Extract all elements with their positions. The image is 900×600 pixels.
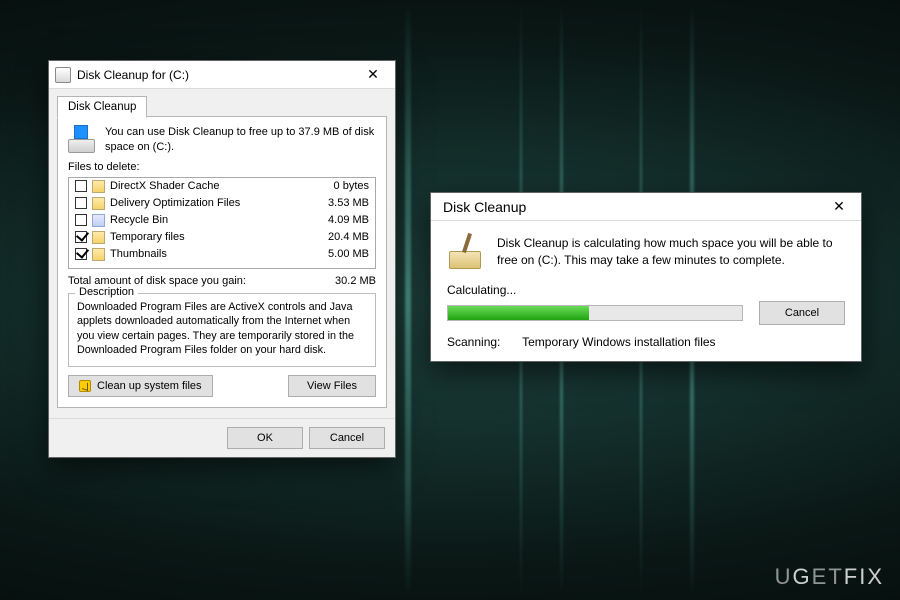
- window-title: Disk Cleanup: [437, 199, 817, 215]
- drive-icon: [55, 67, 71, 83]
- checkbox[interactable]: [75, 197, 87, 209]
- disk-cleanup-calculating-dialog: Disk Cleanup ✕ Disk Cleanup is calculati…: [430, 192, 862, 362]
- item-name: Thumbnails: [110, 248, 313, 260]
- item-size: 3.53 MB: [313, 197, 369, 209]
- ok-button[interactable]: OK: [227, 427, 303, 449]
- close-button[interactable]: ✕: [817, 193, 861, 221]
- progress-fill: [448, 306, 589, 320]
- files-to-delete-label: Files to delete:: [68, 161, 376, 173]
- calculating-label: Calculating...: [447, 283, 845, 297]
- file-icon: [92, 231, 105, 244]
- broom-icon: [447, 235, 485, 269]
- cancel-button[interactable]: Cancel: [309, 427, 385, 449]
- list-item[interactable]: Delivery Optimization Files 3.53 MB: [69, 195, 375, 212]
- item-name: Recycle Bin: [110, 214, 313, 226]
- intro-text: You can use Disk Cleanup to free up to 3…: [105, 125, 376, 155]
- clean-system-files-label: Clean up system files: [97, 380, 202, 392]
- disk-cleanup-dialog: Disk Cleanup for (C:) ✕ Disk Cleanup You…: [48, 60, 396, 458]
- titlebar[interactable]: Disk Cleanup ✕: [431, 193, 861, 221]
- watermark: UGETFIX: [775, 564, 884, 590]
- cancel-button[interactable]: Cancel: [759, 301, 845, 325]
- dialog-footer: OK Cancel: [49, 418, 395, 457]
- titlebar[interactable]: Disk Cleanup for (C:) ✕: [49, 61, 395, 89]
- tabstrip: Disk Cleanup: [57, 95, 387, 117]
- tab-disk-cleanup[interactable]: Disk Cleanup: [57, 96, 147, 118]
- list-item[interactable]: Recycle Bin 4.09 MB: [69, 212, 375, 229]
- description-text: Downloaded Program Files are ActiveX con…: [77, 300, 367, 358]
- scanning-value: Temporary Windows installation files: [522, 335, 715, 349]
- window-title: Disk Cleanup for (C:): [77, 68, 351, 82]
- progress-bar: [447, 305, 743, 321]
- checkbox[interactable]: [75, 248, 87, 260]
- checkbox[interactable]: [75, 180, 87, 192]
- total-value: 30.2 MB: [335, 275, 376, 287]
- shield-icon: [79, 380, 91, 392]
- tab-body: You can use Disk Cleanup to free up to 3…: [57, 117, 387, 408]
- file-icon: [92, 248, 105, 261]
- drive-large-icon: [68, 125, 95, 153]
- checkbox[interactable]: [75, 214, 87, 226]
- item-size: 20.4 MB: [313, 231, 369, 243]
- description-group: Description Downloaded Program Files are…: [68, 293, 376, 367]
- item-size: 0 bytes: [313, 180, 369, 192]
- list-item[interactable]: Temporary files 20.4 MB: [69, 229, 375, 246]
- close-button[interactable]: ✕: [351, 61, 395, 89]
- scanning-label: Scanning:: [447, 335, 519, 349]
- list-item[interactable]: Thumbnails 5.00 MB: [69, 246, 375, 263]
- view-files-button[interactable]: View Files: [288, 375, 376, 397]
- files-listbox[interactable]: DirectX Shader Cache 0 bytes Delivery Op…: [68, 177, 376, 269]
- item-name: DirectX Shader Cache: [110, 180, 313, 192]
- file-icon: [92, 180, 105, 193]
- item-size: 4.09 MB: [313, 214, 369, 226]
- checkbox[interactable]: [75, 231, 87, 243]
- file-icon: [92, 197, 105, 210]
- recycle-bin-icon: [92, 214, 105, 227]
- list-item[interactable]: DirectX Shader Cache 0 bytes: [69, 178, 375, 195]
- description-legend: Description: [75, 286, 138, 298]
- item-size: 5.00 MB: [313, 248, 369, 260]
- item-name: Delivery Optimization Files: [110, 197, 313, 209]
- item-name: Temporary files: [110, 231, 313, 243]
- calculating-message: Disk Cleanup is calculating how much spa…: [497, 235, 845, 269]
- clean-system-files-button[interactable]: Clean up system files: [68, 375, 213, 397]
